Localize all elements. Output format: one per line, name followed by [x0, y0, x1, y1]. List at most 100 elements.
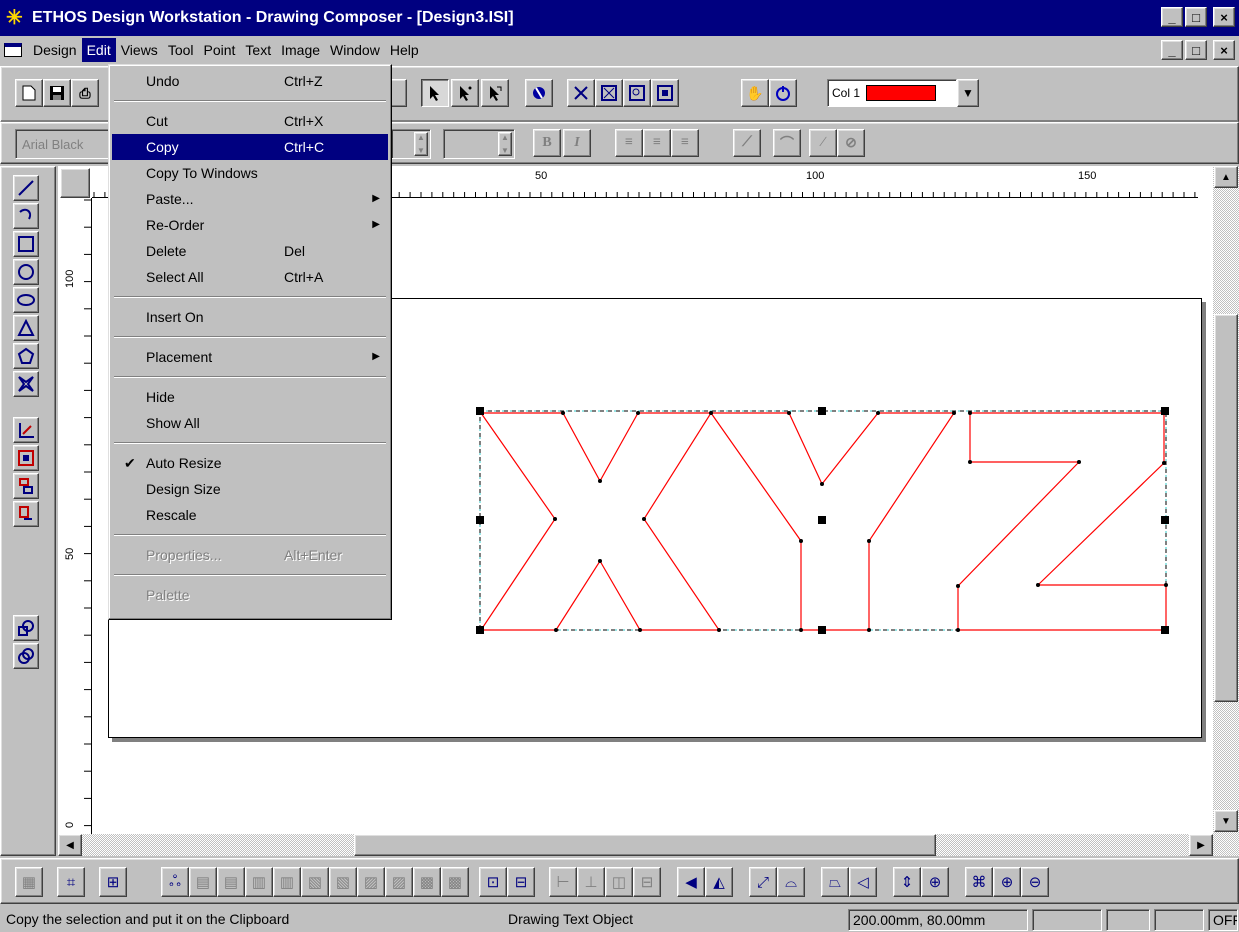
circle-tool-icon[interactable] [13, 259, 39, 285]
curve-style-icon[interactable]: ∕ [809, 129, 837, 157]
axis-tool-icon[interactable] [13, 417, 39, 443]
align-right-icon[interactable]: ≡ [671, 129, 699, 157]
zoom-in-icon[interactable] [623, 79, 651, 107]
font-name-field[interactable]: Arial Black [15, 129, 111, 159]
menu-item-copy-to-windows[interactable]: Copy To Windows [112, 160, 388, 186]
zoom-tool-icon[interactable] [567, 79, 595, 107]
menu-item-reorder[interactable]: Re-Order ▶ [112, 212, 388, 238]
scale-icon[interactable]: ⤢ [749, 867, 777, 897]
menu-item-paste[interactable]: Paste... ▶ [112, 186, 388, 212]
spacing-spinner[interactable]: ▲ ▼ [443, 129, 515, 159]
menu-item-select-all[interactable]: Select All Ctrl+A [112, 264, 388, 290]
menu-design[interactable]: Design [28, 38, 82, 62]
select-arrow-icon[interactable] [421, 79, 449, 107]
doc-close-button[interactable]: × [1213, 40, 1235, 60]
redraw-icon[interactable] [769, 79, 797, 107]
same-height-icon[interactable]: ⊟ [633, 867, 661, 897]
menu-point[interactable]: Point [199, 38, 241, 62]
zoom-fit-icon[interactable] [651, 79, 679, 107]
align-tool-5-icon[interactable]: ▧ [301, 867, 329, 897]
app-icon[interactable]: ✳ [6, 7, 28, 29]
align-tool-8-icon[interactable]: ▨ [385, 867, 413, 897]
print-icon[interactable]: ⎙ [71, 79, 99, 107]
menu-help[interactable]: Help [385, 38, 424, 62]
menu-edit[interactable]: Edit [81, 38, 116, 62]
star-tool-icon[interactable] [13, 371, 39, 397]
mirror-horizontal-icon[interactable]: ◭ [705, 867, 733, 897]
center-mark-icon[interactable]: ⊞ [99, 867, 127, 897]
italic-icon[interactable]: I [563, 129, 591, 157]
perspective-icon[interactable]: ⏢ [821, 867, 849, 897]
align-center-icon[interactable]: ≡ [643, 129, 671, 157]
vertical-scrollbar[interactable]: ▲ ▼ [1213, 166, 1239, 856]
globe-icon[interactable]: ⊕ [993, 867, 1021, 897]
ellipse-tool-icon[interactable] [13, 287, 39, 313]
menu-item-delete[interactable]: Delete Del [112, 238, 388, 264]
point-select-icon[interactable] [451, 79, 479, 107]
align-tool-1-icon[interactable]: ▤ [189, 867, 217, 897]
vertical-scroll-thumb[interactable] [1214, 314, 1238, 702]
maximize-button[interactable]: □ [1185, 7, 1207, 27]
menu-image[interactable]: Image [276, 38, 325, 62]
menu-item-palette[interactable]: Palette [112, 582, 388, 608]
same-width-icon[interactable]: ◫ [605, 867, 633, 897]
warp-icon[interactable]: ⌘ [965, 867, 993, 897]
mirror-left-icon[interactable]: ◀ [677, 867, 705, 897]
align-tool-6-icon[interactable]: ▧ [329, 867, 357, 897]
scroll-left-icon[interactable]: ◀ [58, 834, 82, 856]
menu-item-design-size[interactable]: Design Size [112, 476, 388, 502]
polygon-tool-icon[interactable] [13, 343, 39, 369]
align-tool-2-icon[interactable]: ▤ [217, 867, 245, 897]
distribute-1-icon[interactable]: ▩ [413, 867, 441, 897]
bold-icon[interactable]: B [533, 129, 561, 157]
menu-item-copy[interactable]: Copy Ctrl+C [112, 134, 388, 160]
menu-item-placement[interactable]: Placement ▶ [112, 344, 388, 370]
space-horizontal-icon[interactable]: ⊢ [549, 867, 577, 897]
document-icon[interactable] [4, 43, 22, 57]
grid-icon[interactable]: ▦ [15, 867, 43, 897]
menu-item-insert-on[interactable]: Insert On [112, 304, 388, 330]
menu-item-hide[interactable]: Hide [112, 384, 388, 410]
align-left-icon[interactable]: ≡ [615, 129, 643, 157]
text-block-tool-icon[interactable] [13, 501, 39, 527]
menu-item-auto-resize[interactable]: ✔ Auto Resize [112, 450, 388, 476]
scroll-right-icon[interactable]: ▶ [1189, 834, 1213, 856]
arc-style-icon[interactable]: ⌒ [773, 129, 801, 157]
new-file-icon[interactable] [15, 79, 43, 107]
menu-item-rescale[interactable]: Rescale [112, 502, 388, 528]
line-tool-icon[interactable] [13, 175, 39, 201]
menu-text[interactable]: Text [240, 38, 276, 62]
horizontal-scroll-thumb[interactable] [354, 834, 936, 856]
distribute-2-icon[interactable]: ▩ [441, 867, 469, 897]
frame-tool-icon[interactable] [13, 445, 39, 471]
group-icon[interactable]: ஃ [161, 867, 189, 897]
line-style-icon[interactable]: ⟋ [733, 129, 761, 157]
text-path-tool-icon[interactable] [13, 473, 39, 499]
zoom-window-icon[interactable] [595, 79, 623, 107]
fit-width-icon[interactable]: ⊟ [507, 867, 535, 897]
pan-hand-icon[interactable]: ✋ [741, 79, 769, 107]
null-style-icon[interactable]: ⊘ [837, 129, 865, 157]
doc-maximize-button[interactable]: □ [1185, 40, 1207, 60]
align-tool-3-icon[interactable]: ▥ [245, 867, 273, 897]
align-tool-4-icon[interactable]: ▥ [273, 867, 301, 897]
node-select-icon[interactable] [481, 79, 509, 107]
menu-item-show-all[interactable]: Show All [112, 410, 388, 436]
doc-minimize-button[interactable]: _ [1161, 40, 1183, 60]
menu-item-undo[interactable]: Undo Ctrl+Z [112, 68, 388, 94]
menu-window[interactable]: Window [325, 38, 385, 62]
wrap-icon[interactable]: ⊖ [1021, 867, 1049, 897]
menu-item-properties[interactable]: Properties... Alt+Enter [112, 542, 388, 568]
scroll-down-icon[interactable]: ▼ [1214, 810, 1238, 832]
scroll-up-icon[interactable]: ▲ [1214, 166, 1238, 188]
menu-tool[interactable]: Tool [163, 38, 199, 62]
align-tool-7-icon[interactable]: ▨ [357, 867, 385, 897]
slant-icon[interactable]: ◁ [849, 867, 877, 897]
close-button[interactable]: × [1213, 7, 1235, 27]
union-tool-icon[interactable] [13, 615, 39, 641]
minimize-button[interactable]: _ [1161, 7, 1183, 27]
arc-tool-icon[interactable] [13, 203, 39, 229]
space-vertical-icon[interactable]: ⊥ [577, 867, 605, 897]
save-icon[interactable] [43, 79, 71, 107]
font-size-spinner[interactable]: ▲ ▼ [391, 129, 431, 159]
